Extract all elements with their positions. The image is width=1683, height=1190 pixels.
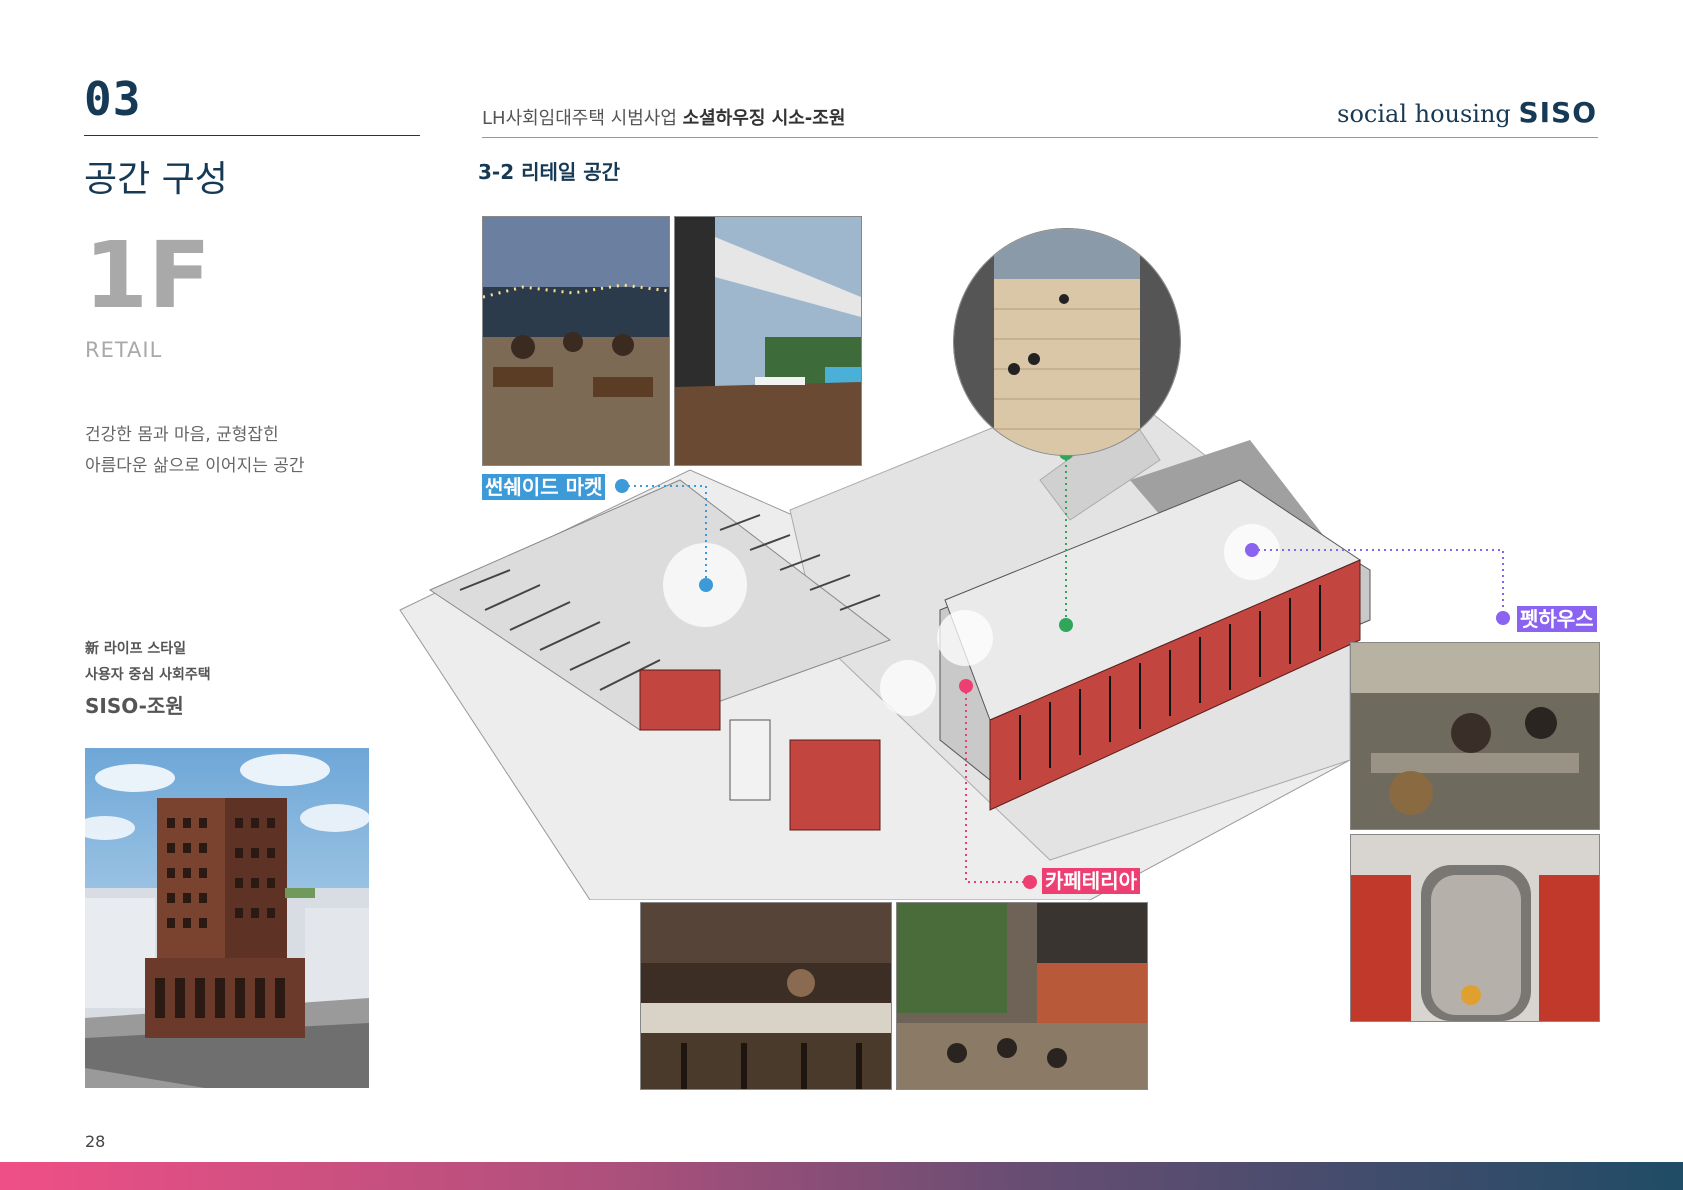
tag-sunshade-market: 썬쉐이드 마켓 (482, 474, 606, 500)
bottom-gradient-bar (0, 1162, 1683, 1190)
photo-outdoor-market (482, 216, 670, 466)
tag-pet-house: 펫하우스 (1517, 606, 1597, 632)
photo-cafe-bar (640, 902, 892, 1090)
photo-pet-house (1350, 834, 1600, 1022)
photo-cafeteria (896, 902, 1148, 1090)
photo-deck-awning (674, 216, 862, 466)
photo-grand-stair (953, 228, 1181, 456)
photo-pet-grooming (1350, 642, 1600, 830)
tag-cafeteria: 카페테리아 (1042, 868, 1140, 894)
